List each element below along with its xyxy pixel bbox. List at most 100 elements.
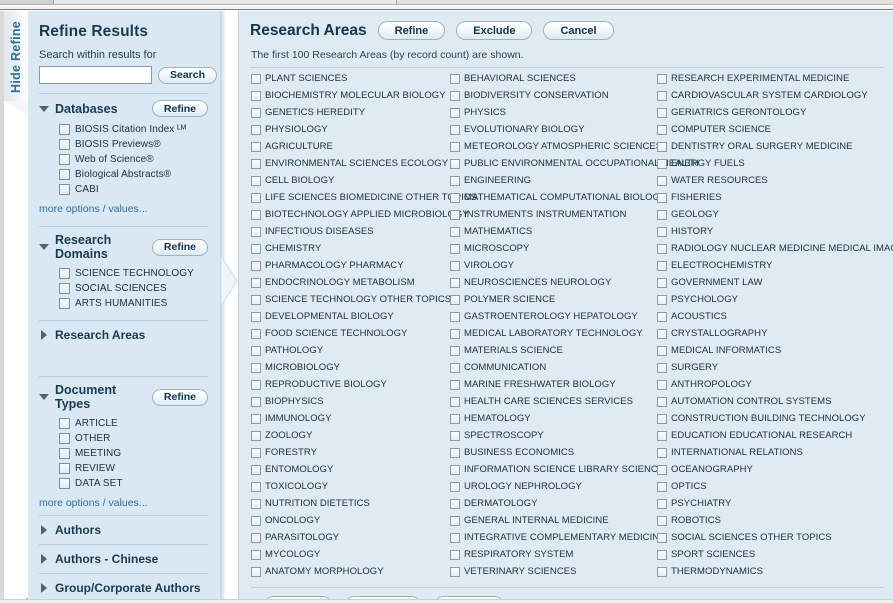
list-item[interactable]: SOCIAL SCIENCES OTHER TOPICS [657, 532, 887, 549]
list-item[interactable]: POLYMER SCIENCE [450, 294, 657, 311]
list-item[interactable]: BIOSIS Previews® [59, 137, 208, 152]
list-item[interactable]: ENVIRONMENTAL SCIENCES ECOLOGY [251, 158, 450, 175]
list-item[interactable]: MATERIALS SCIENCE [450, 345, 657, 362]
checkbox[interactable] [657, 295, 667, 305]
list-item[interactable]: INFORMATION SCIENCE LIBRARY SCIENCE [450, 464, 664, 481]
list-item[interactable]: BIOPHYSICS [251, 396, 450, 413]
list-item[interactable]: ENGINEERING [450, 175, 657, 192]
list-item[interactable]: GENETICS HEREDITY [251, 107, 450, 124]
refine-button-databases[interactable]: Refine [151, 100, 208, 117]
checkbox[interactable] [657, 125, 667, 135]
list-item[interactable]: IMMUNOLOGY [251, 413, 450, 430]
checkbox[interactable] [450, 346, 460, 356]
facet-header-research-areas[interactable]: Research Areas [39, 321, 208, 349]
list-item[interactable]: EDUCATION EDUCATIONAL RESEARCH [657, 430, 887, 447]
checkbox[interactable] [251, 227, 261, 237]
list-item[interactable]: MICROBIOLOGY [251, 362, 450, 379]
checkbox[interactable] [59, 154, 70, 165]
checkbox[interactable] [657, 193, 667, 203]
list-item[interactable]: SOCIAL SCIENCES [59, 281, 208, 296]
chevron-right-icon[interactable] [41, 583, 47, 593]
list-item[interactable]: RESPIRATORY SYSTEM [450, 549, 657, 566]
chevron-down-icon[interactable] [39, 244, 49, 250]
checkbox[interactable] [450, 397, 460, 407]
checkbox[interactable] [251, 533, 261, 543]
checkbox[interactable] [450, 125, 460, 135]
list-item[interactable]: MATHEMATICS [450, 226, 657, 243]
checkbox[interactable] [450, 261, 460, 271]
checkbox[interactable] [59, 298, 70, 309]
list-item[interactable]: NUTRITION DIETETICS [251, 498, 450, 515]
checkbox[interactable] [59, 184, 70, 195]
refine-button-document-types[interactable]: Refine [151, 388, 208, 406]
list-item[interactable]: ARTS HUMANITIES [59, 296, 208, 311]
checkbox[interactable] [657, 210, 667, 220]
more-options-link-databases[interactable]: more options / values... [39, 203, 148, 215]
checkbox[interactable] [450, 193, 460, 203]
checkbox[interactable] [251, 482, 261, 492]
exclude-button-top[interactable]: Exclude [456, 21, 533, 40]
checkbox[interactable] [450, 448, 460, 458]
list-item[interactable]: Web of Science® [59, 152, 208, 167]
list-item[interactable]: FORESTRY [251, 447, 450, 464]
checkbox[interactable] [657, 397, 667, 407]
checkbox[interactable] [657, 448, 667, 458]
checkbox[interactable] [251, 278, 261, 288]
checkbox[interactable] [450, 329, 460, 339]
list-item[interactable]: ROBOTICS [657, 515, 887, 532]
checkbox[interactable] [450, 499, 460, 509]
checkbox[interactable] [657, 346, 667, 356]
list-item[interactable]: REVIEW [59, 461, 208, 476]
checkbox[interactable] [59, 448, 70, 459]
list-item[interactable]: CONSTRUCTION BUILDING TECHNOLOGY [657, 413, 887, 430]
checkbox[interactable] [59, 433, 70, 444]
chevron-right-icon[interactable] [41, 554, 47, 564]
checkbox[interactable] [251, 142, 261, 152]
chevron-right-icon[interactable] [41, 330, 47, 340]
list-item[interactable]: DENTISTRY ORAL SURGERY MEDICINE [657, 141, 887, 158]
checkbox[interactable] [450, 210, 460, 220]
list-item[interactable]: THERMODYNAMICS [657, 566, 887, 583]
checkbox[interactable] [251, 397, 261, 407]
list-item[interactable]: AGRICULTURE [251, 141, 450, 158]
list-item[interactable]: Biological Abstracts® [59, 167, 208, 182]
list-item[interactable]: GERIATRICS GERONTOLOGY [657, 107, 887, 124]
list-item[interactable]: DERMATOLOGY [450, 498, 657, 515]
checkbox[interactable] [657, 91, 667, 101]
list-item[interactable]: BIODIVERSITY CONSERVATION [450, 90, 657, 107]
list-item[interactable]: SCIENCE TECHNOLOGY [59, 266, 208, 281]
list-item[interactable]: ENDOCRINOLOGY METABOLISM [251, 277, 450, 294]
checkbox[interactable] [450, 516, 460, 526]
list-item[interactable]: PSYCHIATRY [657, 498, 887, 515]
list-item[interactable]: HISTORY [657, 226, 887, 243]
list-item[interactable]: PHARMACOLOGY PHARMACY [251, 260, 450, 277]
list-item[interactable]: OTHER [59, 431, 208, 446]
list-item[interactable]: METEOROLOGY ATMOSPHERIC SCIENCES [450, 141, 662, 158]
list-item[interactable]: PLANT SCIENCES [251, 73, 450, 90]
hide-refine-label[interactable]: Hide Refine [4, 11, 28, 103]
list-item[interactable]: VIROLOGY [450, 260, 657, 277]
list-item[interactable]: BIOTECHNOLOGY APPLIED MICROBIOLOGY [251, 209, 469, 226]
checkbox[interactable] [450, 142, 460, 152]
checkbox[interactable] [251, 74, 261, 84]
checkbox[interactable] [251, 125, 261, 135]
checkbox[interactable] [251, 346, 261, 356]
list-item[interactable]: PSYCHOLOGY [657, 294, 887, 311]
checkbox[interactable] [251, 363, 261, 373]
chevron-down-icon[interactable] [39, 394, 49, 400]
checkbox[interactable] [450, 295, 460, 305]
checkbox[interactable] [657, 482, 667, 492]
checkbox[interactable] [251, 210, 261, 220]
list-item[interactable]: INSTRUMENTS INSTRUMENTATION [450, 209, 657, 226]
checkbox[interactable] [657, 108, 667, 118]
list-item[interactable]: MEETING [59, 446, 208, 461]
checkbox[interactable] [657, 516, 667, 526]
checkbox[interactable] [657, 329, 667, 339]
list-item[interactable]: HEMATOLOGY [450, 413, 657, 430]
list-item[interactable]: OPTICS [657, 481, 887, 498]
checkbox[interactable] [450, 244, 460, 254]
search-button[interactable]: Search [158, 66, 218, 84]
list-item[interactable]: CARDIOVASCULAR SYSTEM CARDIOLOGY [657, 90, 887, 107]
checkbox[interactable] [657, 176, 667, 186]
list-item[interactable]: ANTHROPOLOGY [657, 379, 887, 396]
